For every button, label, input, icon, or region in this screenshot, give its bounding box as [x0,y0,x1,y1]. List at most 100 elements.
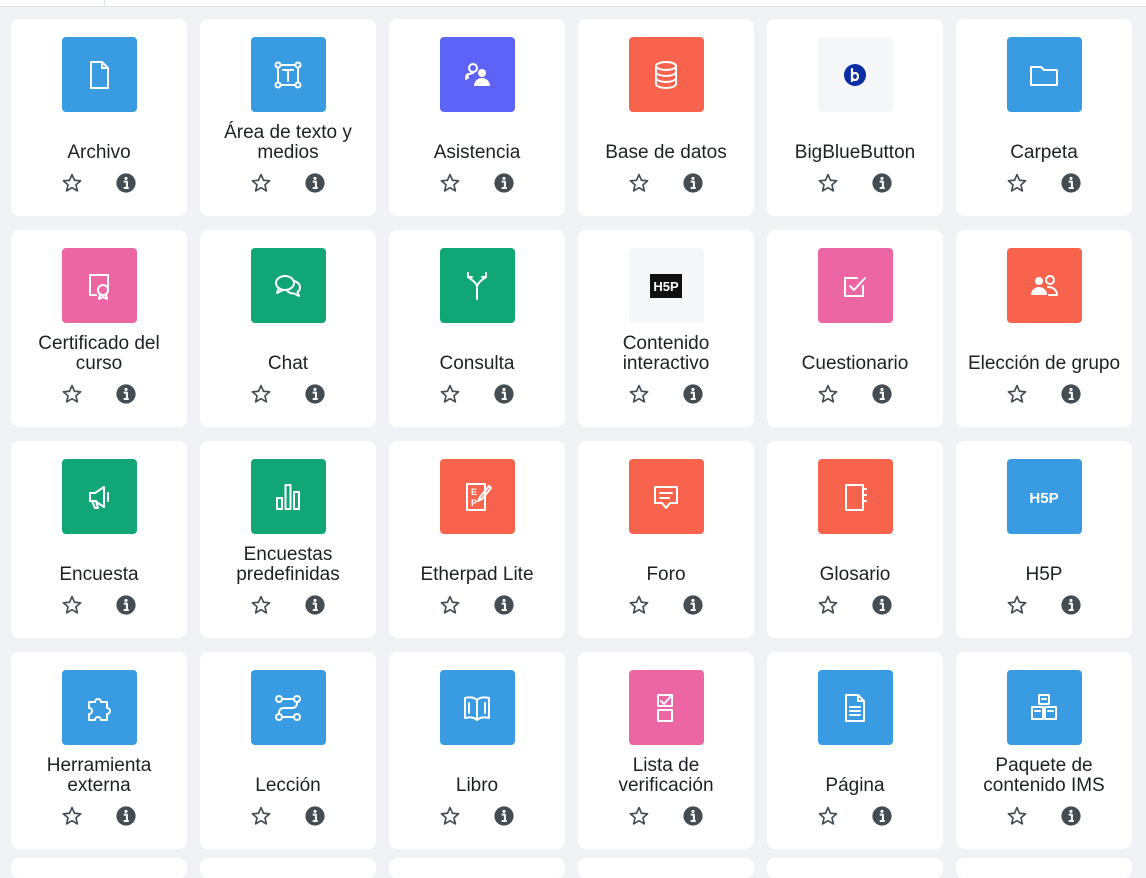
activity-label[interactable]: BigBlueButton [775,117,935,163]
activity-icon-tile[interactable]: H5P [628,248,704,323]
activity-card-attendance-users[interactable]: Asistencia [389,19,565,216]
info-icon[interactable] [871,805,893,827]
star-icon[interactable] [817,594,839,616]
activity-label[interactable]: Chat [208,328,368,374]
star-icon[interactable] [817,805,839,827]
activity-label[interactable]: Lista de verificación [586,750,746,796]
activity-label[interactable]: Glosario [775,539,935,585]
activity-label[interactable]: Herramienta externa [19,750,179,796]
info-icon[interactable] [1060,594,1082,616]
activity-icon-tile[interactable] [250,248,326,323]
activity-icon-tile[interactable]: H5P [1006,459,1082,534]
activity-card-h5p[interactable]: H5P H5P [956,441,1132,638]
info-icon[interactable] [871,172,893,194]
activity-card-split-arrows[interactable]: Consulta [389,230,565,427]
activity-icon-tile[interactable] [250,459,326,534]
star-icon[interactable] [250,172,272,194]
info-icon[interactable] [871,594,893,616]
info-icon[interactable] [115,383,137,405]
info-icon[interactable] [115,172,137,194]
info-icon[interactable] [1060,172,1082,194]
activity-label[interactable]: Foro [586,539,746,585]
info-icon[interactable] [115,805,137,827]
activity-label[interactable]: Encuestas predefinidas [208,539,368,585]
activity-icon-tile[interactable] [1006,37,1082,112]
activity-icon-tile[interactable] [61,670,137,745]
activity-icon-tile[interactable] [61,459,137,534]
star-icon[interactable] [439,805,461,827]
activity-card-page-document[interactable]: Página [767,652,943,849]
star-icon[interactable] [817,172,839,194]
activity-icon-tile[interactable] [1006,670,1082,745]
star-icon[interactable] [628,383,650,405]
activity-icon-tile[interactable] [1006,248,1082,323]
star-icon[interactable] [250,383,272,405]
info-icon[interactable] [304,594,326,616]
star-icon[interactable] [250,594,272,616]
star-icon[interactable] [439,172,461,194]
activity-label[interactable]: Cuestionario [775,328,935,374]
star-icon[interactable] [1006,172,1028,194]
activity-icon-tile[interactable] [817,670,893,745]
activity-label[interactable]: Elección de grupo [964,328,1124,374]
activity-label[interactable]: Consulta [397,328,557,374]
next-row-card-partial[interactable] [578,858,754,878]
activity-icon-tile[interactable] [817,37,893,112]
activity-icon-tile[interactable] [628,459,704,534]
activity-card-text-frame[interactable]: Área de texto y medios [200,19,376,216]
next-row-card-partial[interactable] [11,858,187,878]
next-row-card-partial[interactable] [200,858,376,878]
activity-label[interactable]: Libro [397,750,557,796]
activity-card-file[interactable]: Archivo [11,19,187,216]
info-icon[interactable] [1060,383,1082,405]
activity-card-bar-chart[interactable]: Encuestas predefinidas [200,441,376,638]
star-icon[interactable] [1006,805,1028,827]
activity-label[interactable]: Encuesta [19,539,179,585]
star-icon[interactable] [250,805,272,827]
info-icon[interactable] [493,805,515,827]
activity-label[interactable]: Asistencia [397,117,557,163]
info-icon[interactable] [115,594,137,616]
activity-icon-tile[interactable]: EP [439,459,515,534]
activity-card-open-book[interactable]: Libro [389,652,565,849]
activity-card-checkbox-quiz[interactable]: Cuestionario [767,230,943,427]
info-icon[interactable] [682,594,704,616]
next-row-card-partial[interactable] [956,858,1132,878]
activity-icon-tile[interactable] [439,670,515,745]
activity-label[interactable]: Contenido interactivo [586,328,746,374]
info-icon[interactable] [682,172,704,194]
activity-label[interactable]: Paquete de contenido IMS [964,750,1124,796]
star-icon[interactable] [61,594,83,616]
activity-card-puzzle-piece[interactable]: Herramienta externa [11,652,187,849]
activity-icon-tile[interactable] [817,459,893,534]
star-icon[interactable] [61,172,83,194]
activity-card-group-choice[interactable]: Elección de grupo [956,230,1132,427]
activity-card-megaphone[interactable]: Encuesta [11,441,187,638]
star-icon[interactable] [628,172,650,194]
activity-icon-tile[interactable] [628,670,704,745]
info-icon[interactable] [682,383,704,405]
activity-icon-tile[interactable] [439,37,515,112]
star-icon[interactable] [61,805,83,827]
activity-card-checklist[interactable]: Lista de verificación [578,652,754,849]
star-icon[interactable] [439,594,461,616]
activity-icon-tile[interactable] [61,37,137,112]
activity-icon-tile[interactable] [250,37,326,112]
star-icon[interactable] [817,383,839,405]
next-row-card-partial[interactable] [389,858,565,878]
activity-icon-tile[interactable] [61,248,137,323]
info-icon[interactable] [1060,805,1082,827]
activity-icon-tile[interactable] [628,37,704,112]
info-icon[interactable] [304,383,326,405]
info-icon[interactable] [304,805,326,827]
activity-card-certificate[interactable]: Certificado del curso [11,230,187,427]
activity-card-folder[interactable]: Carpeta [956,19,1132,216]
activity-label[interactable]: Etherpad Lite [397,539,557,585]
activity-label[interactable]: Certificado del curso [19,328,179,374]
activity-label[interactable]: Carpeta [964,117,1124,163]
activity-label[interactable]: Página [775,750,935,796]
activity-icon-tile[interactable] [250,670,326,745]
info-icon[interactable] [682,805,704,827]
star-icon[interactable] [1006,594,1028,616]
activity-icon-tile[interactable] [439,248,515,323]
